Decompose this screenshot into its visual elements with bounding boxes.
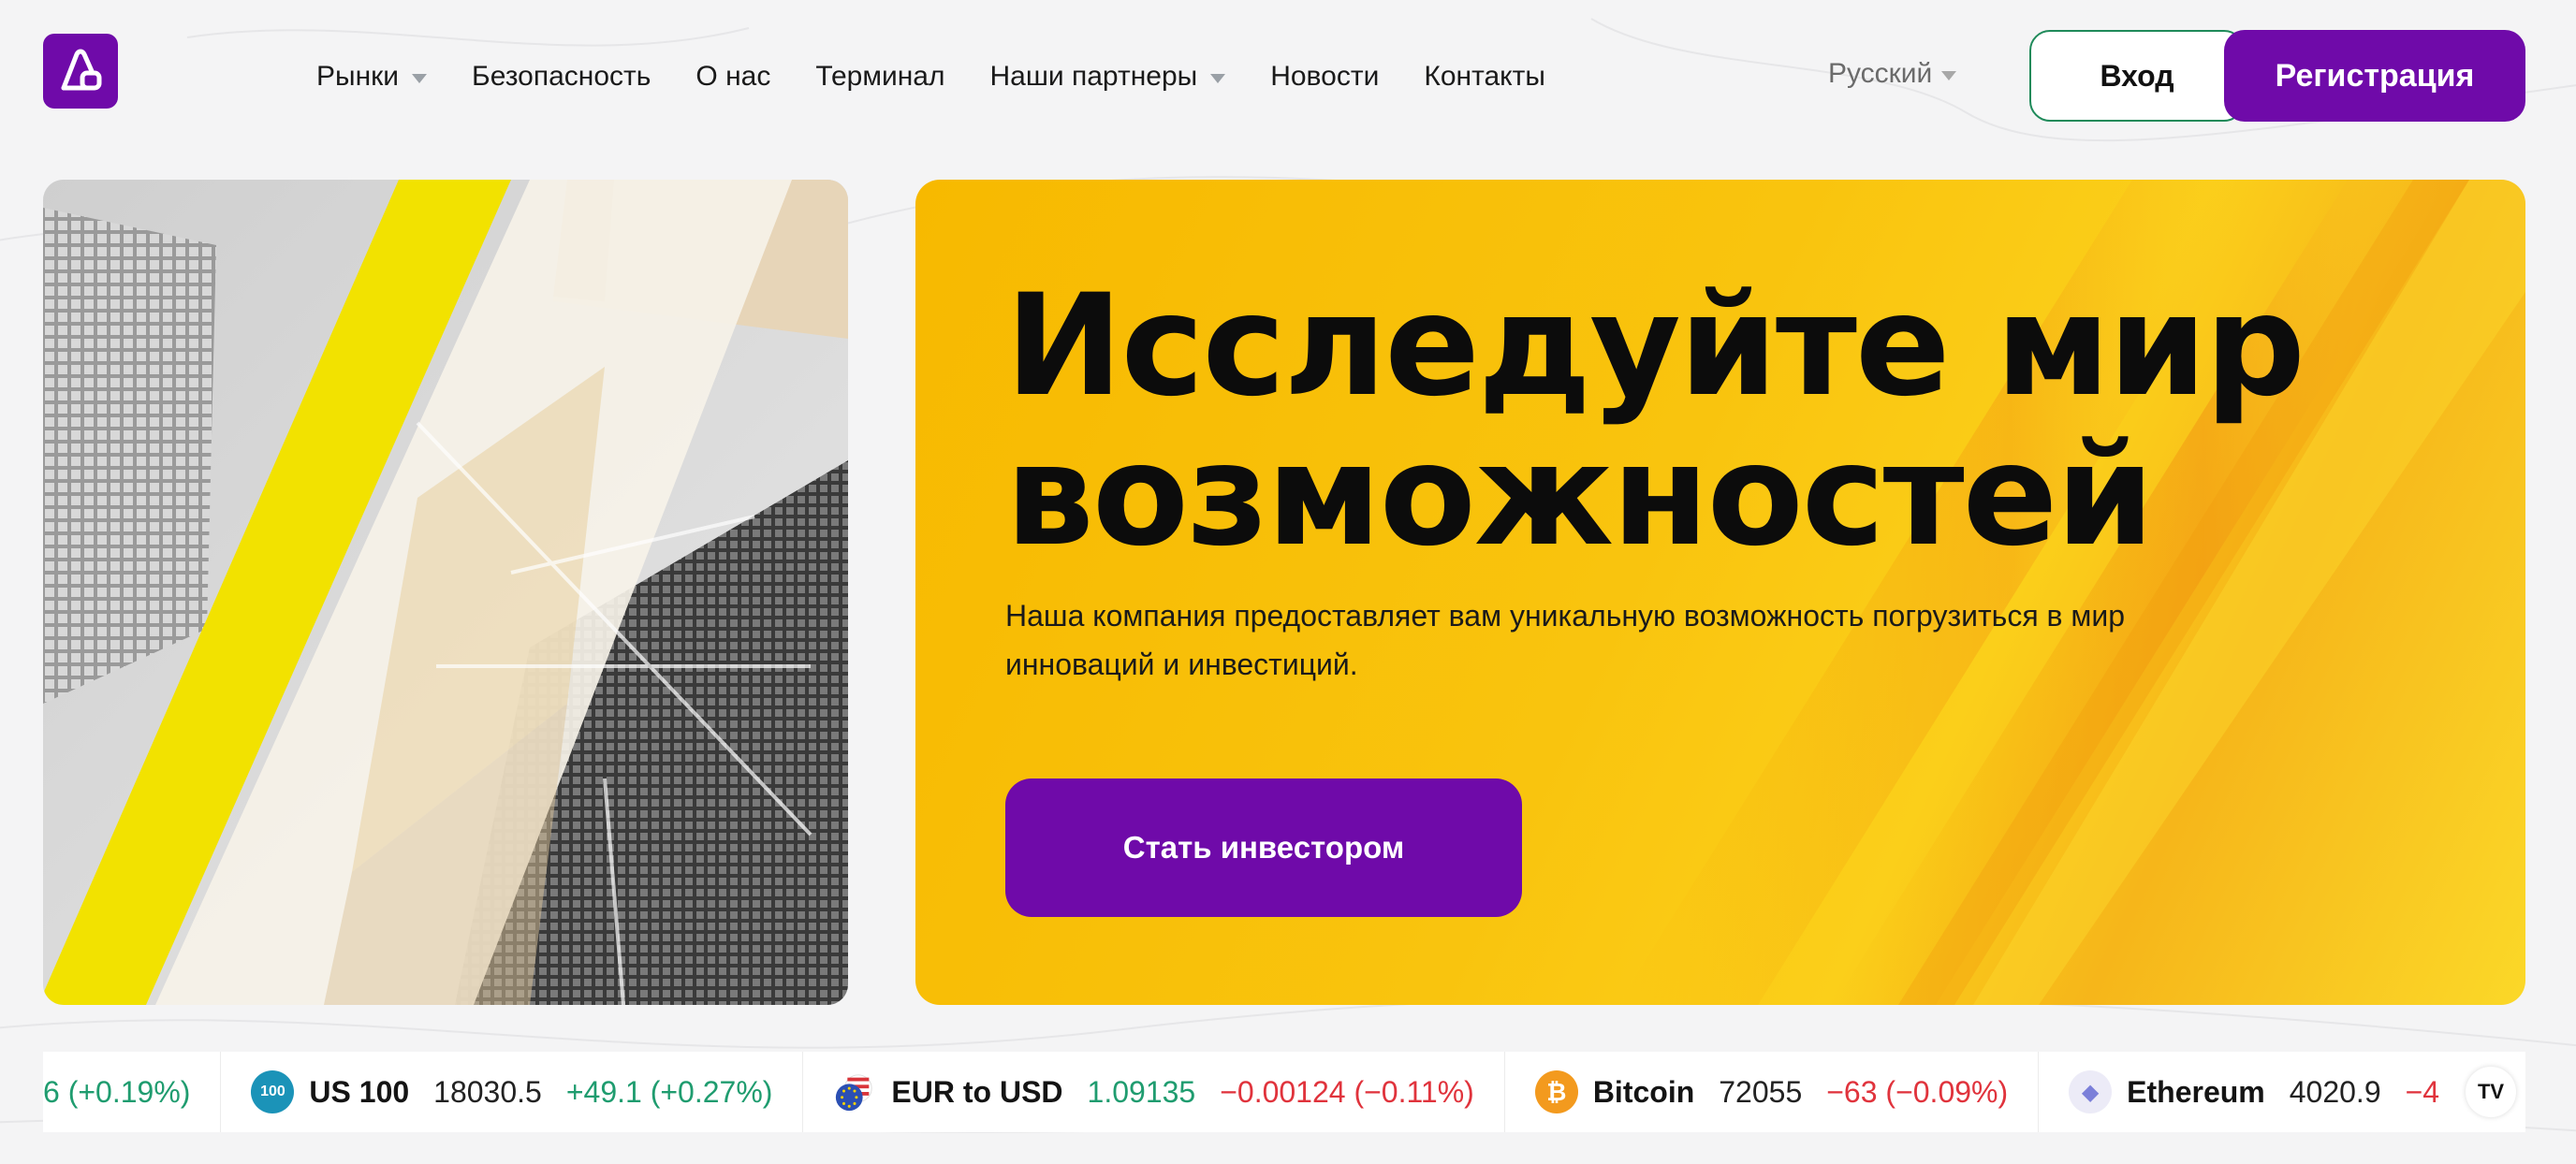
nav-item-terminal[interactable]: Терминал: [815, 61, 944, 93]
nav-item-label: Новости: [1270, 61, 1380, 92]
nav-item-contacts[interactable]: Контакты: [1424, 61, 1545, 93]
nav-item-markets[interactable]: Рынки: [316, 61, 428, 93]
nav-item-label: Контакты: [1424, 61, 1545, 92]
logo[interactable]: [43, 34, 118, 109]
nav-item-label: Терминал: [815, 61, 945, 92]
ticker-name: Ethereum: [2127, 1074, 2265, 1109]
nav-item-label: Рынки: [316, 61, 400, 92]
ticker-change: 6 (+0.19%): [43, 1074, 191, 1109]
ticker-price: 72055: [1719, 1074, 1803, 1109]
hero-banner: Исследуйте мир возможностей Наша компани…: [915, 180, 2525, 1005]
main-nav: Рынки Безопасность О нас Терминал Наши п…: [316, 0, 1590, 153]
nav-item-partners[interactable]: Наши партнеры: [989, 61, 1226, 93]
hero-description: Наша компания предоставляет вам уникальн…: [1005, 591, 2316, 689]
ticker-item-ethereum[interactable]: ◆ Ethereum 4020.9 −4: [2039, 1052, 2469, 1132]
nav-item-label: Безопасность: [472, 61, 651, 92]
skyscrapers-image: [43, 180, 848, 1005]
ticker-name: US 100: [309, 1074, 410, 1109]
become-investor-button[interactable]: Стать инвестором: [1005, 778, 1522, 917]
login-button[interactable]: Вход: [2029, 30, 2245, 122]
chevron-down-icon: [1941, 70, 1957, 80]
nav-item-label: О нас: [695, 61, 771, 92]
hero-image: [43, 180, 848, 1005]
nav-item-label: Наши партнеры: [989, 61, 1198, 92]
ticker-change: −0.00124 (−0.11%): [1220, 1074, 1474, 1109]
ticker-change: −4: [2405, 1074, 2440, 1109]
us100-icon: 100: [251, 1070, 295, 1113]
hero-title-line: Исследуйте мир: [1005, 265, 2305, 428]
register-button[interactable]: Регистрация: [2224, 30, 2525, 122]
chevron-down-icon: [412, 73, 428, 83]
site-header: Рынки Безопасность О нас Терминал Наши п…: [0, 0, 2576, 159]
ticker-price: 1.09135: [1087, 1074, 1196, 1109]
hero-description-line: инноваций и инвестиций.: [1005, 647, 1358, 681]
logo-icon: [61, 49, 102, 91]
ticker-price: 18030.5: [433, 1074, 542, 1109]
language-label: Русский: [1828, 58, 1933, 89]
hero-description-line: Наша компания предоставляет вам уникальн…: [1005, 599, 2126, 633]
ticker-name: Bitcoin: [1592, 1074, 1695, 1109]
ticker-item-eurusd[interactable]: EUR to USD 1.09135 −0.00124 (−0.11%): [803, 1052, 1505, 1132]
chevron-down-icon: [1210, 73, 1226, 83]
eur-usd-flag-icon: [833, 1070, 876, 1113]
ethereum-icon: ◆: [2069, 1070, 2113, 1113]
ticker-change: +49.1 (+0.27%): [565, 1074, 773, 1109]
ticker-item-bitcoin[interactable]: ₿ Bitcoin 72055 −63 (−0.09%): [1505, 1052, 2040, 1132]
language-selector[interactable]: Русский: [1828, 58, 1957, 90]
hero-title-line: возможностей: [1005, 415, 2154, 577]
ticker-item[interactable]: 6 (+0.19%): [43, 1052, 222, 1132]
nav-item-news[interactable]: Новости: [1270, 61, 1379, 93]
tradingview-logo[interactable]: TV: [2466, 1067, 2516, 1117]
bitcoin-icon: ₿: [1534, 1070, 1578, 1113]
ticker-track: 6 (+0.19%) 100 US 100 18030.5 +49.1 (+0.…: [43, 1052, 2469, 1132]
ticker-change: −63 (−0.09%): [1826, 1074, 2009, 1109]
ticker-item-us100[interactable]: 100 US 100 18030.5 +49.1 (+0.27%): [221, 1052, 804, 1132]
nav-item-about[interactable]: О нас: [695, 61, 770, 93]
ticker-price: 4020.9: [2289, 1074, 2381, 1109]
ticker-name: EUR to USD: [891, 1074, 1063, 1109]
nav-item-security[interactable]: Безопасность: [472, 61, 651, 93]
market-ticker[interactable]: 6 (+0.19%) 100 US 100 18030.5 +49.1 (+0.…: [43, 1052, 2525, 1132]
hero-title: Исследуйте мир возможностей: [1005, 271, 2409, 571]
